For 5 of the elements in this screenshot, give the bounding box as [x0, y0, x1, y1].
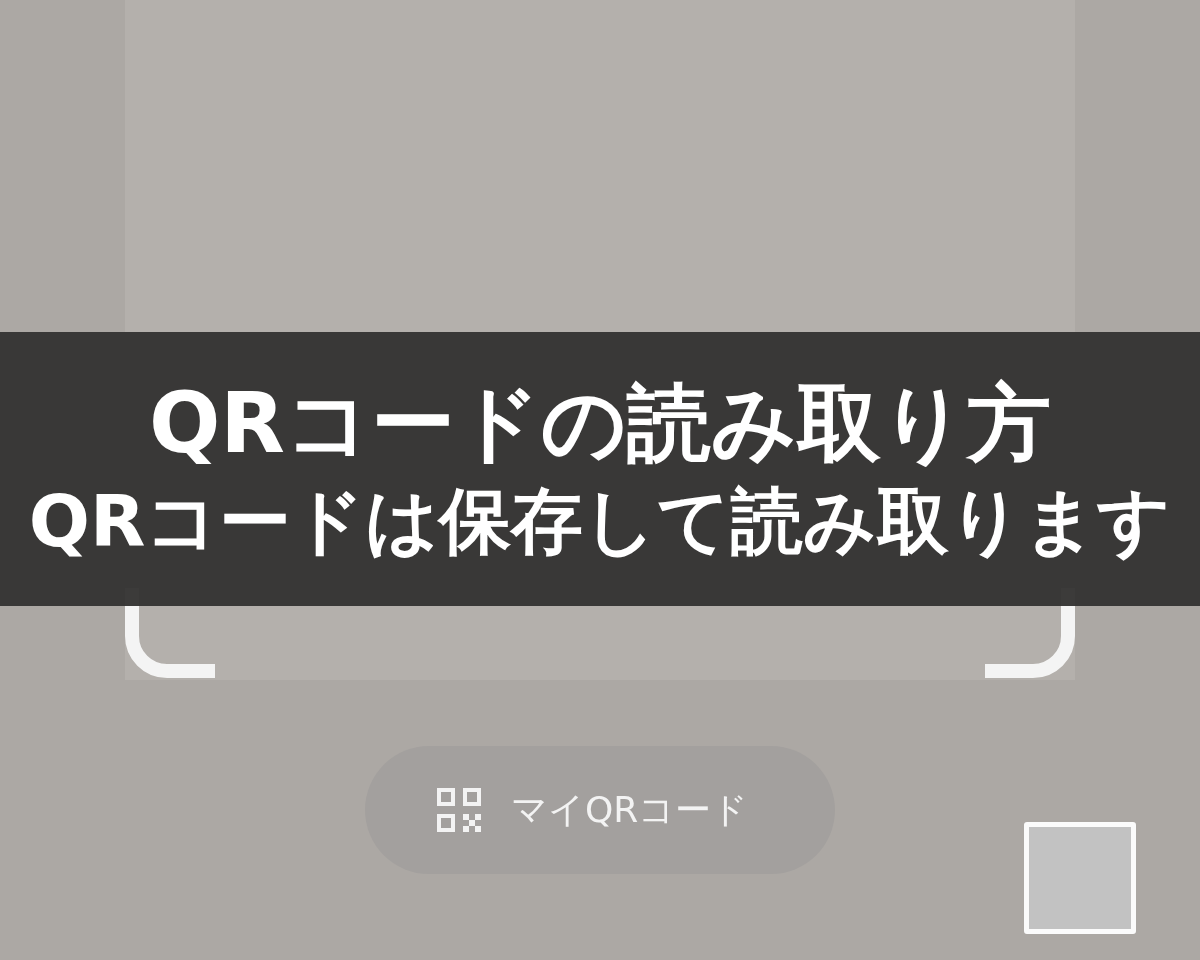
banner-subtitle: QRコードは保存して読み取ります	[28, 478, 1172, 565]
my-qr-code-button[interactable]: マイQRコード	[365, 746, 835, 874]
banner-title: QRコードの読み取り方	[148, 373, 1052, 475]
qr-code-icon	[437, 788, 481, 832]
gallery-button[interactable]	[1024, 822, 1136, 934]
